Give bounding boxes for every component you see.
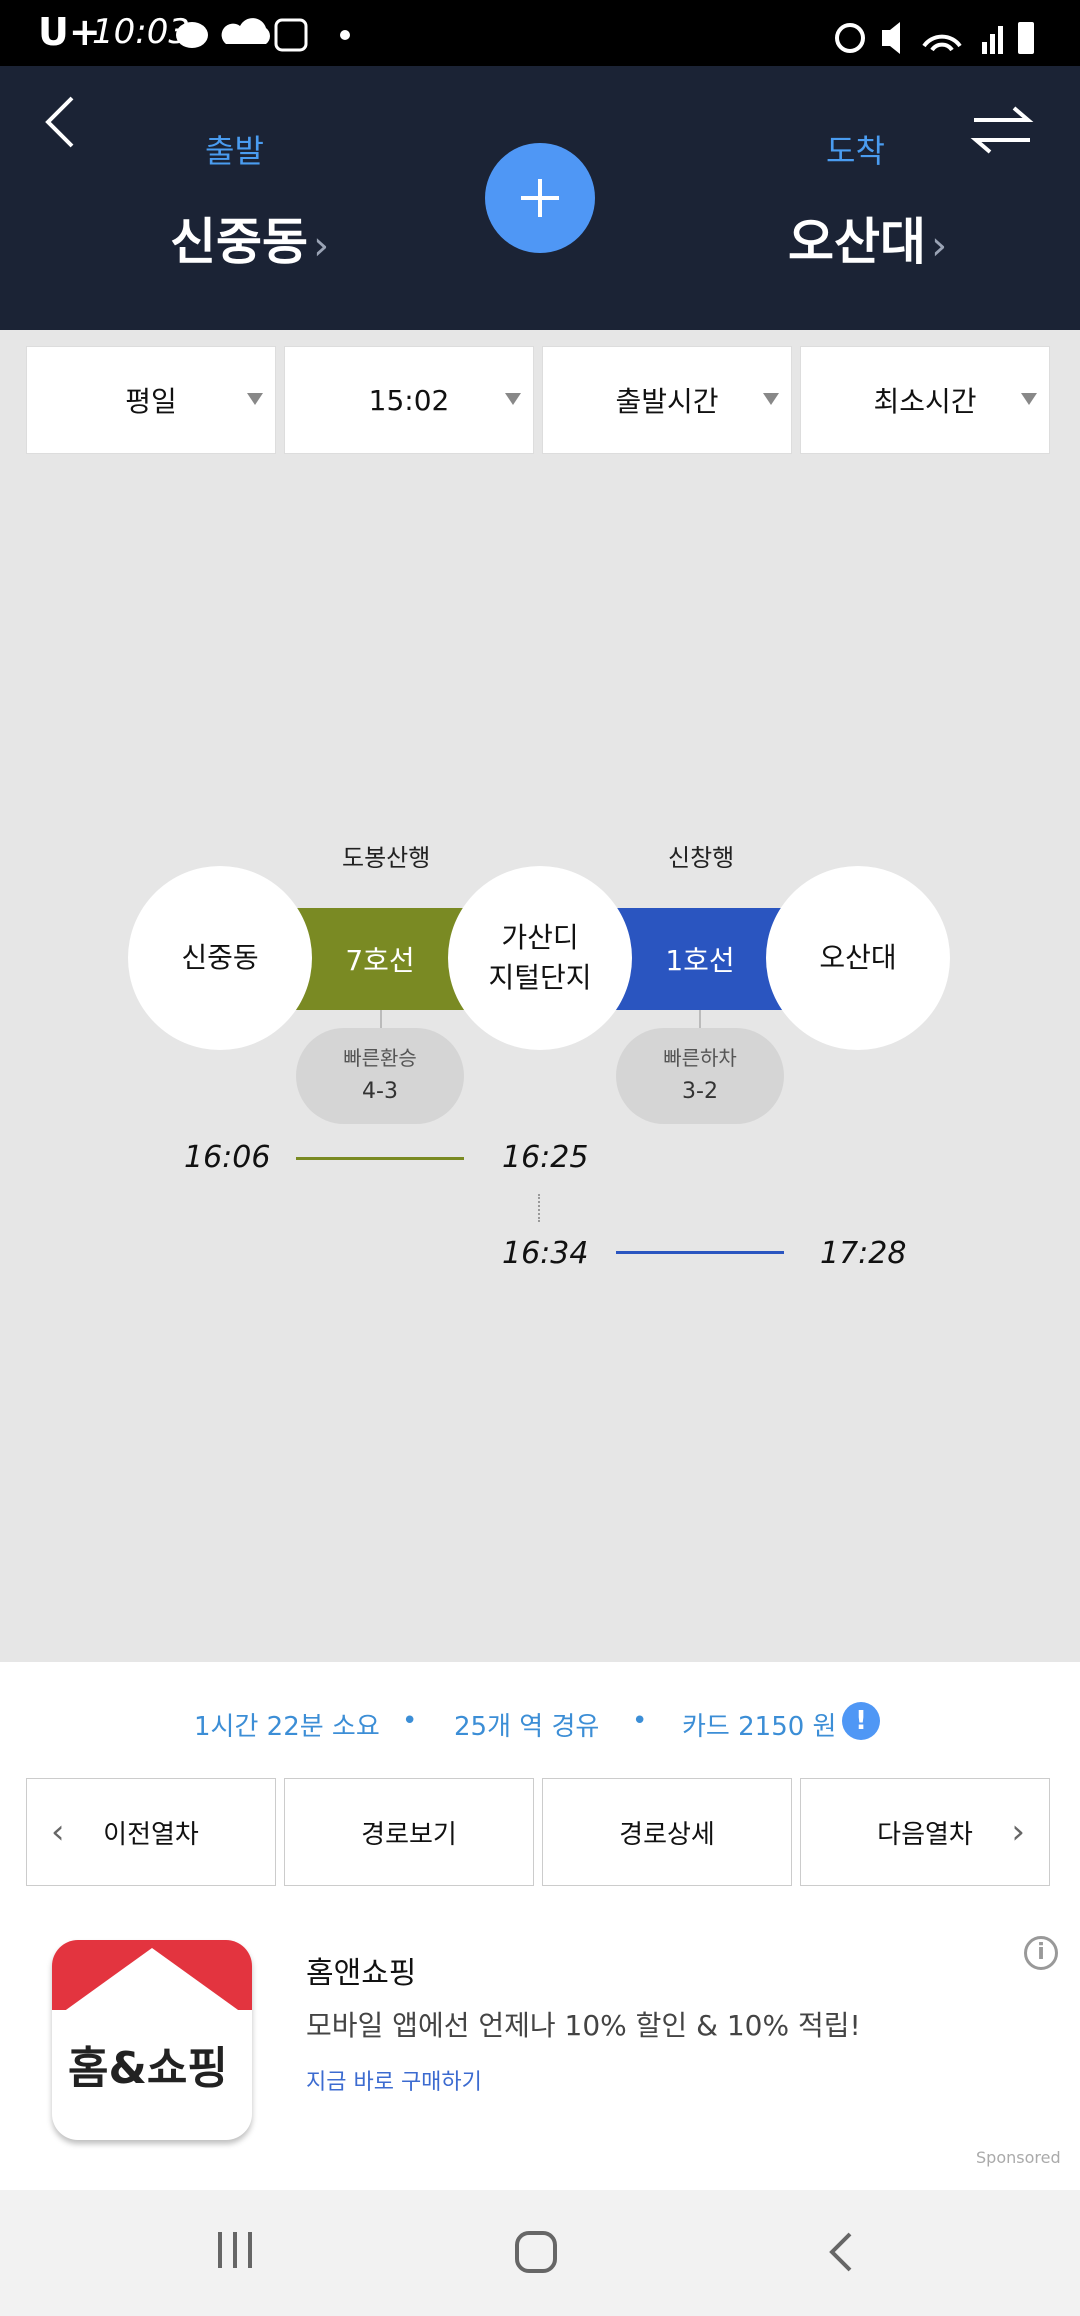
prev-train-button[interactable]: ‹ 이전열차 xyxy=(26,1778,276,1886)
ad-title: 홈앤쇼핑 xyxy=(306,1956,417,1991)
station-name: 신중동 xyxy=(181,941,259,974)
back-nav-icon[interactable] xyxy=(826,2230,856,2274)
recents-icon[interactable] xyxy=(216,2230,256,2270)
stations-text: 25개 역 경유 xyxy=(454,1712,600,1742)
station-name: 오산대 xyxy=(819,941,897,974)
dropdown-arrow-icon xyxy=(763,393,779,405)
station-node[interactable]: 오산대 xyxy=(766,866,950,1050)
route-view-label: 경로보기 xyxy=(361,1819,457,1850)
system-icons xyxy=(835,22,1034,54)
add-waypoint-button[interactable] xyxy=(485,143,595,253)
connector xyxy=(699,1010,701,1030)
line-label: 1호선 xyxy=(665,944,735,977)
arrive-time: 16:25 xyxy=(502,1140,589,1175)
transfer-dots xyxy=(538,1194,540,1222)
departure-station-button[interactable]: 신중동 › xyxy=(170,202,329,274)
notification-icons xyxy=(176,18,308,52)
route-view-button[interactable]: 경로보기 xyxy=(284,1778,534,1886)
connector xyxy=(380,1010,382,1030)
sponsored-label: Sponsored xyxy=(976,2148,1061,2167)
route-detail-label: 경로상세 xyxy=(619,1819,715,1850)
route-detail-button[interactable]: 경로상세 xyxy=(542,1778,792,1886)
sort-value: 최소시간 xyxy=(873,385,977,418)
ad-info-icon[interactable]: i xyxy=(1024,1936,1058,1970)
time-mode-select[interactable]: 출발시간 xyxy=(542,346,792,454)
ad-cta-link[interactable]: 지금 바로 구매하기 xyxy=(306,2064,482,2096)
day-type-value: 평일 xyxy=(125,385,177,418)
ad-banner[interactable]: 홈&쇼핑 홈앤쇼핑 모바일 앱에선 언제나 10% 할인 & 10% 적립! 지… xyxy=(0,1918,1080,2190)
dot-icon xyxy=(340,30,350,40)
segment-direction: 신창행 xyxy=(668,844,735,872)
prev-train-label: 이전열차 xyxy=(103,1819,199,1850)
arrival-label: 도착 xyxy=(826,132,885,170)
sort-select[interactable]: 최소시간 xyxy=(800,346,1050,454)
dropdown-arrow-icon xyxy=(505,393,521,405)
departure-label: 출발 xyxy=(205,132,264,170)
chevron-right-icon: › xyxy=(1011,1812,1025,1852)
day-type-select[interactable]: 평일 xyxy=(26,346,276,454)
home-icon[interactable] xyxy=(514,2230,560,2274)
depart-time: 16:06 xyxy=(184,1140,271,1175)
line-segment-1: 1호선 xyxy=(610,908,790,1010)
timeline-line xyxy=(616,1251,784,1254)
badge-label: 빠른하차 xyxy=(663,1046,737,1070)
badge-value: 4-3 xyxy=(362,1079,398,1104)
timeline-line xyxy=(296,1157,464,1160)
badge-value: 3-2 xyxy=(682,1079,718,1104)
ad-logo-text: 홈&쇼핑 xyxy=(68,2043,228,2094)
time-value: 15:02 xyxy=(368,383,450,417)
arrival-station-button[interactable]: 오산대 › xyxy=(788,202,947,274)
station-node[interactable]: 신중동 xyxy=(128,866,312,1050)
badge-label: 빠른환승 xyxy=(343,1046,417,1070)
time-mode-value: 출발시간 xyxy=(615,385,719,418)
dropdown-arrow-icon xyxy=(247,393,263,405)
chevron-right-icon: › xyxy=(313,223,330,269)
line-label: 7호선 xyxy=(345,944,415,977)
duration-text: 1시간 22분 소요 xyxy=(194,1712,380,1742)
time-select[interactable]: 15:02 xyxy=(284,346,534,454)
chevron-right-icon: › xyxy=(931,223,948,269)
dropdown-arrow-icon xyxy=(1021,393,1037,405)
ad-logo: 홈&쇼핑 xyxy=(52,1940,252,2140)
separator-dot: • xyxy=(632,1706,648,1736)
separator-dot: • xyxy=(402,1706,418,1736)
info-icon[interactable]: ! xyxy=(842,1702,880,1740)
ad-description: 모바일 앱에선 언제나 10% 할인 & 10% 적립! xyxy=(306,2009,861,2042)
departure-station: 신중동 xyxy=(170,213,308,271)
fast-exit-badge: 빠른하차 3-2 xyxy=(616,1028,784,1124)
back-icon[interactable] xyxy=(42,94,78,150)
chevron-left-icon: ‹ xyxy=(51,1812,65,1852)
segment-direction: 도봉산행 xyxy=(342,844,431,872)
fare-text: 카드 2150 원 xyxy=(682,1712,837,1742)
station-name: 가산디 지털단지 xyxy=(488,921,592,994)
next-train-label: 다음열차 xyxy=(877,1819,973,1850)
swap-icon[interactable] xyxy=(970,104,1034,156)
next-train-button[interactable]: 다음열차 › xyxy=(800,1778,1050,1886)
depart-time: 16:34 xyxy=(502,1236,589,1271)
status-bar: U+ 10:03 xyxy=(0,0,1080,66)
plus-icon xyxy=(521,179,559,217)
arrive-time: 17:28 xyxy=(820,1236,907,1271)
line-segment-7: 7호선 xyxy=(290,908,470,1010)
fast-transfer-badge: 빠른환승 4-3 xyxy=(296,1028,464,1124)
station-node[interactable]: 가산디 지털단지 xyxy=(448,866,632,1050)
system-nav-bar xyxy=(0,2190,1080,2316)
arrival-station: 오산대 xyxy=(788,213,926,271)
